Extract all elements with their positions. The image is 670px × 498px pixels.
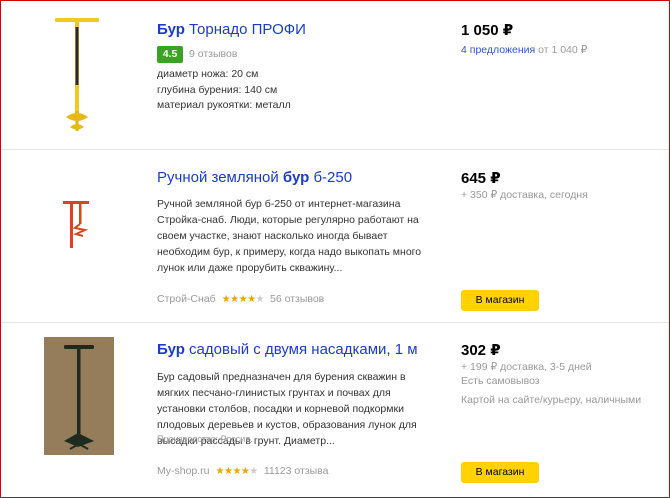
product-title[interactable]: Бур Торнадо ПРОФИ [157, 21, 306, 39]
title-text[interactable]: б-250 [309, 169, 352, 186]
reviews-link[interactable]: 11123 отзыва [264, 464, 329, 479]
delivery-info: + 350 ₽ доставка, сегодня [461, 189, 588, 201]
product-image[interactable] [51, 15, 103, 135]
to-shop-button[interactable]: В магазин [461, 462, 539, 483]
shop-name[interactable]: My-shop.ru [157, 464, 210, 479]
offers-info: 4 предложения от 1 040 ₽ [461, 43, 587, 58]
product-image[interactable] [59, 198, 97, 256]
auger-tool-image [55, 18, 99, 131]
delivery-info: + 199 ₽ доставка, 3-5 дней Есть самовыво… [461, 360, 592, 388]
rating-badge: 4.5 [157, 46, 183, 63]
rating-stars: ★★★★★ [215, 466, 259, 477]
to-shop-button[interactable]: В магазин [461, 290, 539, 311]
shop-meta: Строй-Снаб ★★★★★ 56 отзывов [157, 292, 324, 307]
product-price: 645 ₽ [461, 170, 501, 187]
product-image[interactable] [44, 337, 114, 455]
garden-auger-photo [44, 337, 114, 455]
title-text[interactable]: Торнадо ПРОФИ [185, 21, 306, 38]
pickup-info: Есть самовывоз [461, 375, 540, 387]
title-highlight[interactable]: Бур [157, 341, 185, 358]
product-price: 1 050 ₽ [461, 22, 514, 39]
spec-line: глубина бурения: 140 см [157, 83, 278, 96]
title-text[interactable]: Ручной земляной [157, 169, 283, 186]
payment-info: Картой на сайте/курьеру, наличными [461, 394, 642, 406]
title-text[interactable]: садовый с двумя насадками, 1 м [185, 341, 418, 358]
hand-auger-image [63, 201, 89, 248]
reviews-link[interactable]: 9 отзывов [189, 47, 237, 62]
offers-from-price: от 1 040 ₽ [535, 44, 588, 56]
product-card: Бур Торнадо ПРОФИ 4.5 9 отзывов диаметр … [1, 1, 669, 150]
shop-meta: My-shop.ru ★★★★★ 11123 отзыва [157, 464, 328, 479]
product-price: 302 ₽ [461, 342, 501, 359]
product-card: Бур садовый с двумя насадками, 1 м Бур с… [1, 323, 669, 497]
shop-name[interactable]: Строй-Снаб [157, 292, 216, 307]
reviews-link[interactable]: 56 отзывов [270, 292, 324, 307]
offers-link[interactable]: 4 предложения [461, 44, 535, 56]
title-highlight[interactable]: бур [283, 169, 309, 186]
rating-stars: ★★★★★ [221, 294, 265, 305]
spec-line: материал рукоятки: металл [157, 99, 291, 111]
delivery-cost: + 199 ₽ доставка, 3-5 дней [461, 361, 592, 373]
rating-row: 4.5 9 отзывов [157, 46, 237, 63]
product-title[interactable]: Ручной земляной бур б-250 [157, 169, 352, 187]
product-specs: диаметр ножа: 20 см глубина бурения: 140… [157, 67, 291, 114]
product-description: Ручной земляной бур б-250 от интернет-ма… [157, 198, 422, 274]
product-card: Ручной земляной бур б-250 Ручной земляно… [1, 150, 669, 323]
spec-line: диаметр ножа: 20 см [157, 68, 259, 80]
title-highlight[interactable]: Бур [157, 21, 185, 38]
product-title[interactable]: Бур садовый с двумя насадками, 1 м [157, 341, 418, 359]
product-origin: Производство: Россия. [157, 434, 253, 444]
